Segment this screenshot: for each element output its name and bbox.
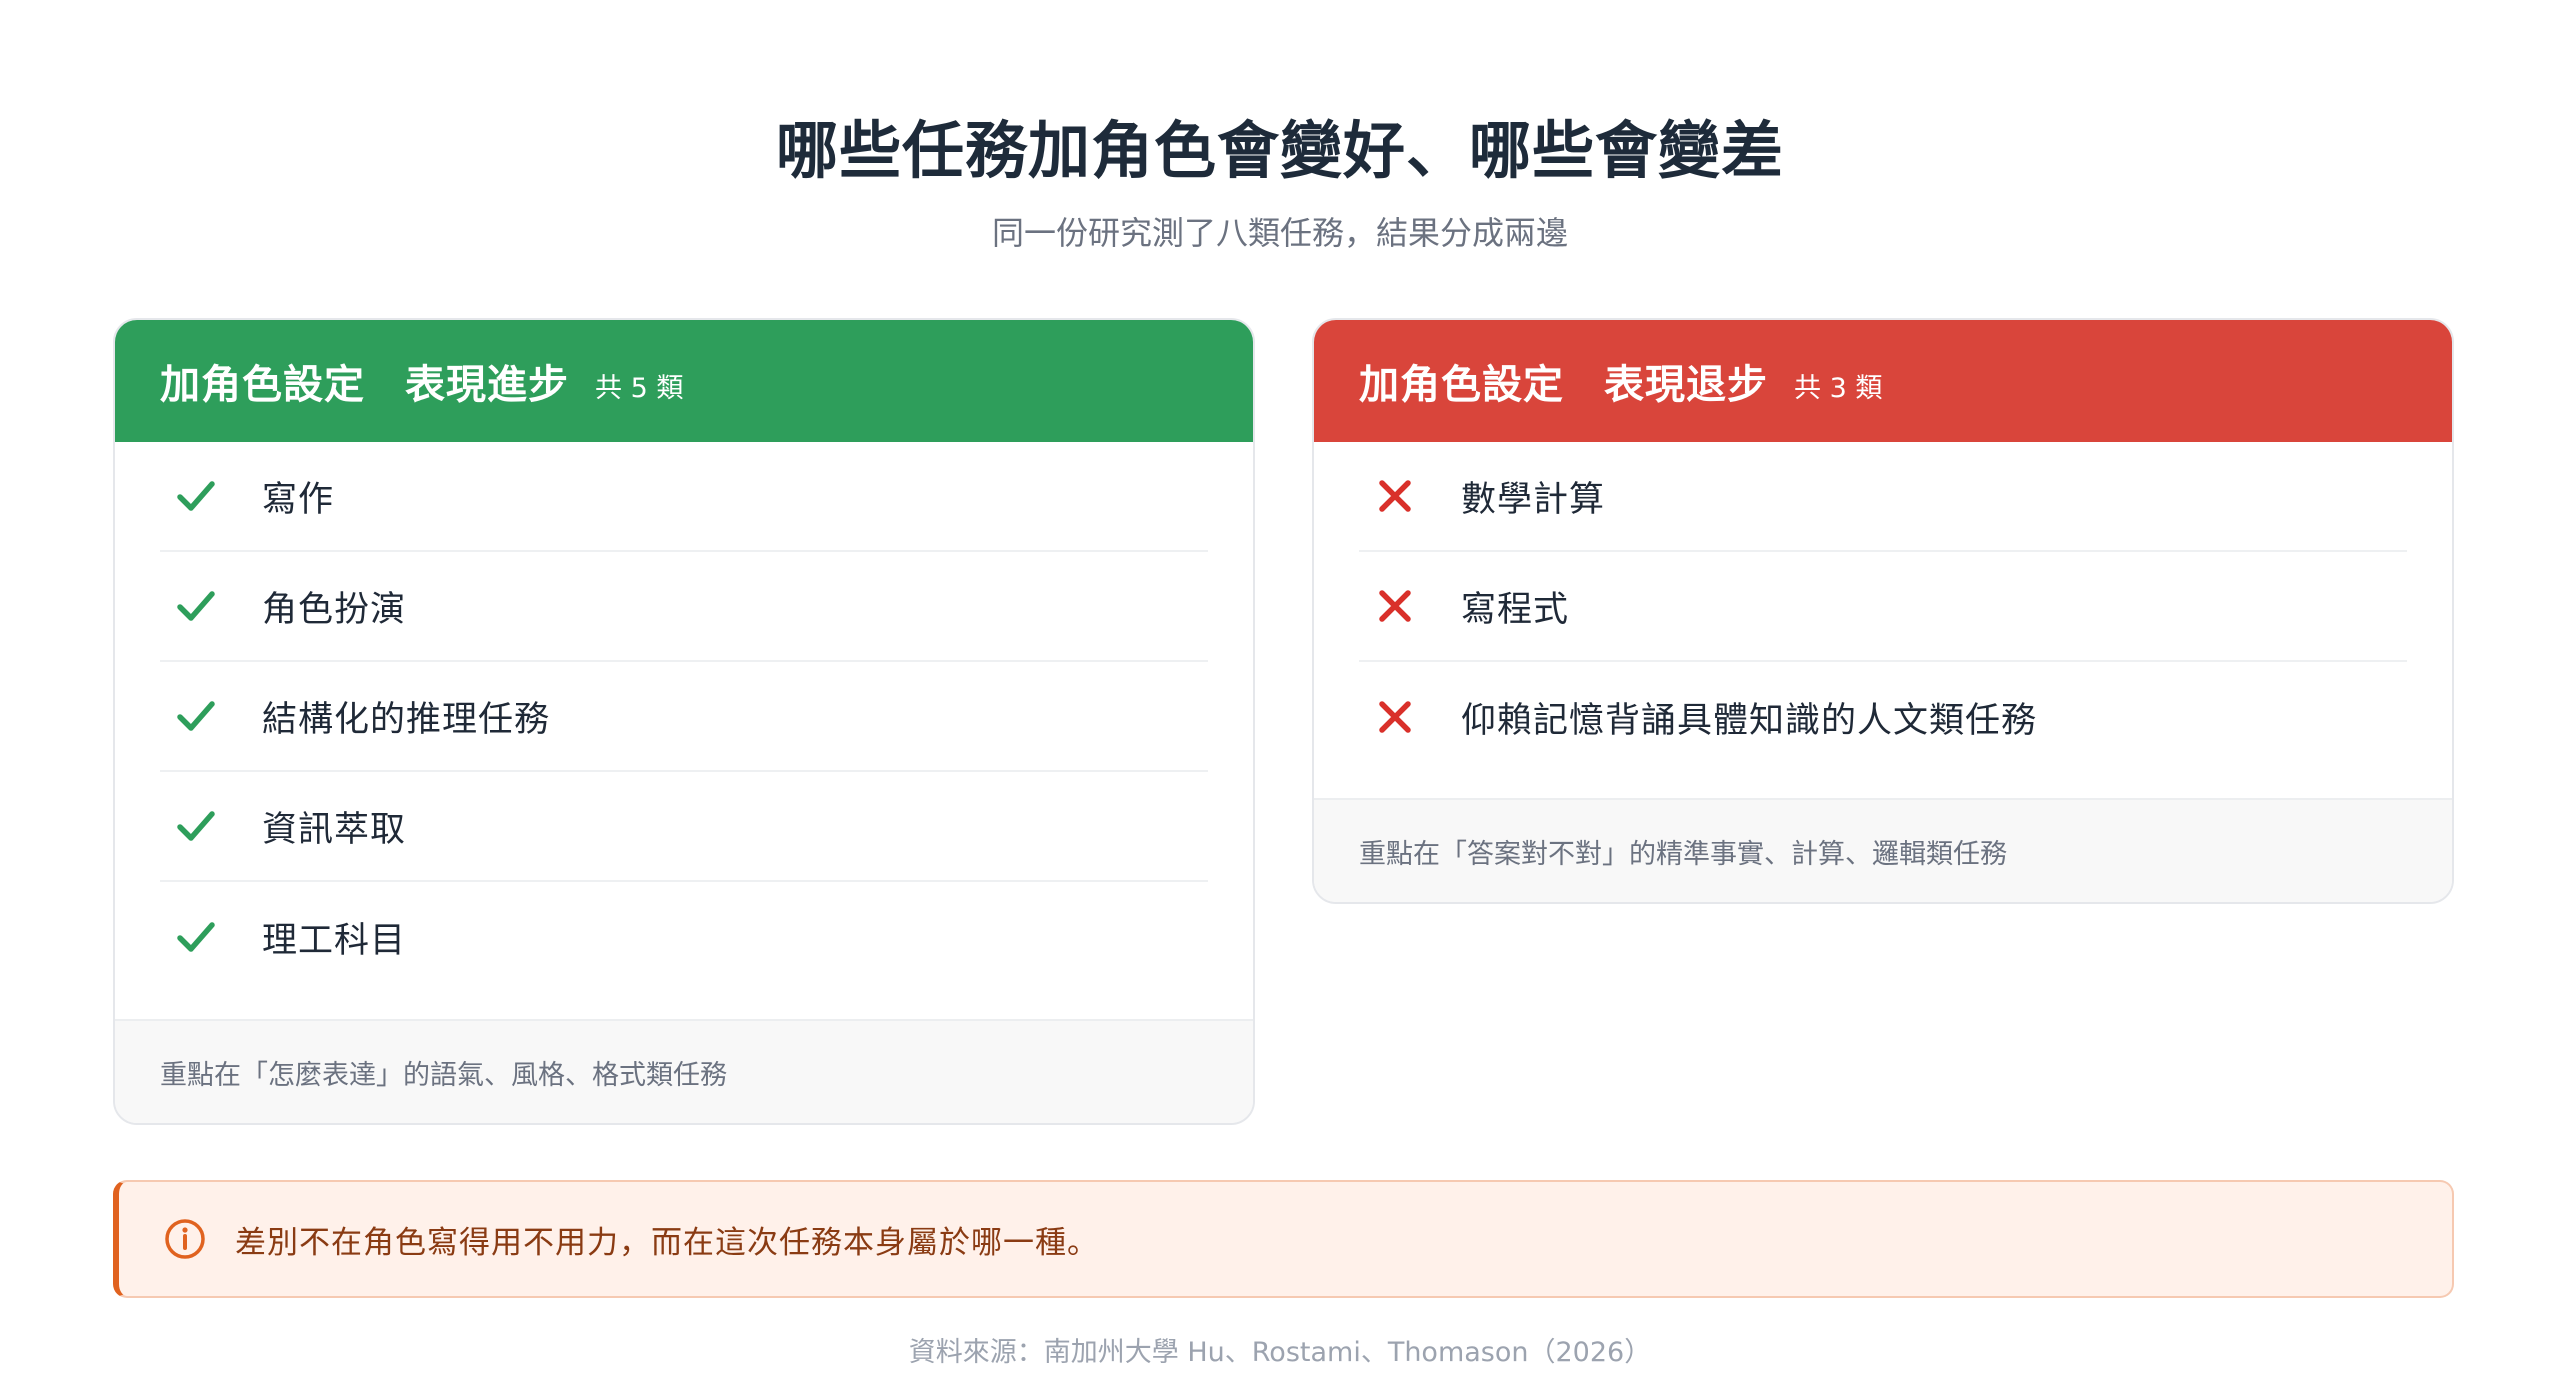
check-icon: [172, 582, 220, 630]
worse-list-item: 仰賴記憶背誦具體知識的人文類任務: [1359, 662, 2407, 772]
worse-list-item: 數學計算: [1359, 442, 2407, 552]
worse-list: 數學計算 寫程式 仰賴記憶背誦具體知識的人文類任務: [1314, 442, 2452, 772]
worse-item-label: 仰賴記憶背誦具體知識的人文類任務: [1461, 700, 2038, 741]
worse-list-item: 寫程式: [1359, 552, 2407, 662]
worse-item-label: 數學計算: [1461, 479, 1606, 520]
note-text: 差別不在角色寫得用不用力，而在這次任務本身屬於哪一種。: [235, 1224, 1099, 1261]
better-card-header: 加角色設定 表現進步 共 5 類: [115, 320, 1253, 442]
note-callout: 差別不在角色寫得用不用力，而在這次任務本身屬於哪一種。: [113, 1180, 2454, 1298]
better-list-item: 資訊萃取: [160, 772, 1208, 882]
better-card-footer: 重點在「怎麼表達」的語氣、風格、格式類任務: [115, 1019, 1253, 1123]
page-subtitle: 同一份研究測了八類任務，結果分成兩邊: [991, 214, 1568, 252]
info-icon: [165, 1219, 205, 1259]
check-icon: [172, 913, 220, 961]
worse-item-label: 寫程式: [1461, 589, 1570, 630]
better-title-a: 加角色設定: [160, 362, 365, 408]
better-list-item: 寫作: [160, 442, 1208, 552]
worse-title-a: 加角色設定: [1359, 362, 1564, 408]
check-icon: [172, 802, 220, 850]
better-list: 寫作 角色扮演 結構化的推理任務 資訊萃取 理工科目: [115, 442, 1253, 992]
worse-count-badge: 共 3 類: [1794, 372, 1883, 404]
check-icon: [172, 472, 220, 520]
better-item-label: 理工科目: [262, 920, 407, 961]
worse-card-footer: 重點在「答案對不對」的精準事實、計算、邏輯類任務: [1314, 798, 2452, 902]
worse-card-header: 加角色設定 表現退步 共 3 類: [1314, 320, 2452, 442]
check-icon: [172, 692, 220, 740]
cross-icon: [1371, 693, 1419, 741]
worse-title-b: 表現退步: [1604, 362, 1768, 408]
better-count-badge: 共 5 類: [595, 372, 684, 404]
better-list-item: 理工科目: [160, 882, 1208, 992]
better-list-item: 角色扮演: [160, 552, 1208, 662]
source-citation: 資料來源：南加州大學 Hu、Rostami、Thomason（2026）: [908, 1337, 1652, 1368]
better-item-label: 角色扮演: [262, 589, 407, 630]
cross-icon: [1371, 582, 1419, 630]
better-list-item: 結構化的推理任務: [160, 662, 1208, 772]
better-item-label: 結構化的推理任務: [262, 699, 551, 740]
better-item-label: 資訊萃取: [262, 809, 407, 850]
worse-card: 加角色設定 表現退步 共 3 類 數學計算 寫程式 仰賴記憶背誦具體知識的人文類…: [1312, 318, 2454, 904]
cross-icon: [1371, 472, 1419, 520]
better-card: 加角色設定 表現進步 共 5 類 寫作 角色扮演 結構化的推理任務 資訊萃取 理…: [113, 318, 1255, 1125]
page-title: 哪些任務加角色會變好、哪些會變差: [775, 114, 1784, 187]
better-item-label: 寫作: [262, 479, 335, 520]
page: 哪些任務加角色會變好、哪些會變差 同一份研究測了八類任務，結果分成兩邊 加角色設…: [0, 0, 2560, 1384]
better-title-b: 表現進步: [405, 362, 569, 408]
